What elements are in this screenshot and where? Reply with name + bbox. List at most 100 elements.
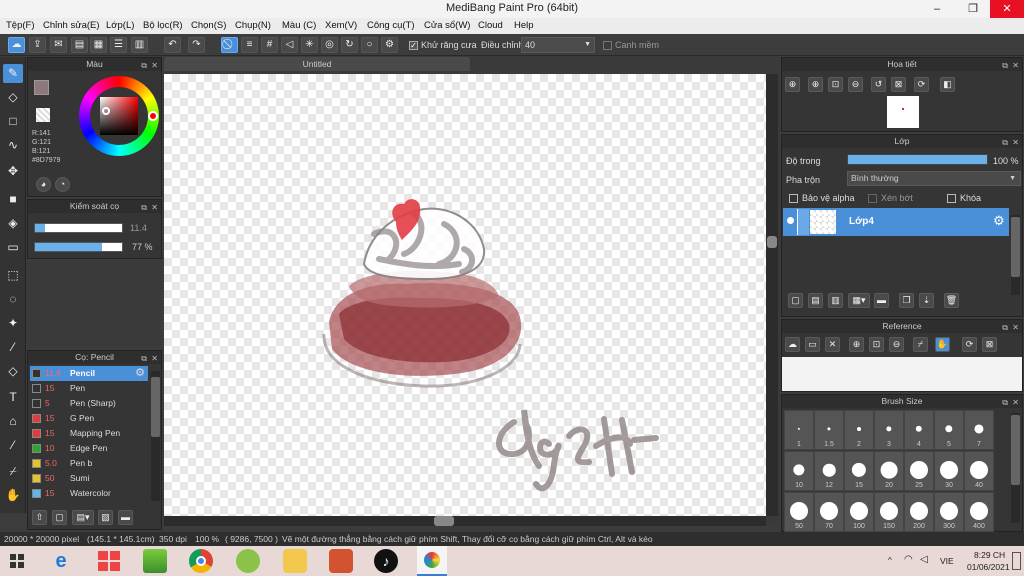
gradient-tool-icon[interactable]: ▭ [3,238,23,257]
brush-size-option[interactable]: 15 [844,451,874,491]
hue-cursor[interactable] [148,111,158,121]
brush-list-item[interactable]: 15 G Pen [30,411,148,426]
snap-off-icon[interactable]: ⃠ [221,37,238,53]
chrome-icon[interactable] [189,549,213,573]
navigator-thumbnail[interactable] [887,96,919,128]
antialias-checkbox[interactable]: ✓ [409,41,418,50]
clock-date[interactable]: 01/06/2021 [967,562,1010,572]
close-icon[interactable]: ✕ [151,201,158,214]
reference-canvas[interactable] [782,357,1022,391]
menu-cloud[interactable]: Cloud [478,20,503,31]
brush-size-option[interactable]: 150 [874,492,904,532]
brush-list-item[interactable]: 11.4 Pencil ⚙ [30,366,148,381]
brush-size-option[interactable]: 2 [844,410,874,450]
brush-size-option[interactable]: 200 [904,492,934,532]
zoom-in-icon[interactable]: ⊕ [808,77,823,92]
divide-tool-icon[interactable]: ⁄ [3,436,23,455]
brush-size-option[interactable]: 40 [964,451,994,491]
close-button[interactable]: ✕ [990,0,1024,18]
wifi-icon[interactable]: ◠ [904,554,913,565]
bluestacks-icon[interactable] [143,549,167,573]
bucket-tool-icon[interactable]: ◈ [3,214,23,233]
zoom-out-icon[interactable]: ⊖ [848,77,863,92]
brush-size-option[interactable]: 25 [904,451,934,491]
brush-size-option[interactable]: 100 [844,492,874,532]
hand-tool-icon[interactable]: ✋ [3,486,23,505]
grid-icon[interactable]: ▥ [131,37,148,53]
brush-list-item[interactable]: 15 Watercolor [30,486,148,501]
fit-icon[interactable]: ⊡ [869,337,884,352]
vanish-snap-icon[interactable]: ◁ [281,37,298,53]
close-icon[interactable]: ✕ [151,352,158,365]
lasso-tool-icon[interactable]: ◌ [3,290,23,309]
close-icon[interactable]: ✕ [1012,59,1019,72]
transparent-swatch[interactable] [36,108,50,122]
brush-size-option[interactable]: 20 [874,451,904,491]
horizontal-scrollbar[interactable] [164,516,766,526]
copy-brush-icon[interactable]: ▧ [98,510,113,525]
move-tool-icon[interactable]: ✥ [3,162,23,181]
brush-list-scrollbar[interactable] [151,371,160,501]
brush-tool-icon[interactable]: ✎ [3,64,23,83]
fit-icon[interactable]: ⊡ [828,77,843,92]
volume-icon[interactable]: ◁ [920,554,928,565]
palette-icon[interactable]: ◕ [36,177,51,192]
brush-size-scrollbar[interactable] [1011,413,1020,523]
brush-list-item[interactable]: 15 Mapping Pen [30,426,148,441]
brush-opacity-slider[interactable] [34,242,123,252]
brush-size-option[interactable]: 5 [934,410,964,450]
layer-scrollbar[interactable] [1011,215,1020,295]
operation-tool-icon[interactable]: ⌂ [3,412,23,431]
medibang-taskbar-icon[interactable] [417,546,447,576]
reset-icon[interactable]: ⟳ [962,337,977,352]
popout-icon[interactable]: ⧉ [1002,136,1008,149]
menu-window[interactable]: Cửa sổ(W) [424,20,470,31]
folder-icon[interactable]: ▬ [874,293,889,308]
zoom-out-icon[interactable]: ⊖ [889,337,904,352]
close-icon[interactable]: ✕ [1012,396,1019,409]
saturation-square[interactable] [100,97,138,135]
brush-size-option[interactable]: 10 [784,451,814,491]
redo-icon[interactable]: ↷ [188,37,205,53]
notification-icon[interactable] [1012,552,1021,570]
popout-icon[interactable]: ⧉ [141,59,147,72]
windows-start-icon[interactable] [10,554,24,568]
folder-icon[interactable]: ▬ [118,510,133,525]
brush-size-slider[interactable] [34,223,123,233]
circle-snap-icon[interactable]: ◎ [321,37,338,53]
brush-list-item[interactable]: 15 Pen [30,381,148,396]
sv-cursor[interactable] [102,107,110,115]
brush-size-option[interactable]: 1 [784,410,814,450]
app-green-icon[interactable] [236,549,260,573]
eye-icon[interactable] [787,217,794,224]
hue-wheel[interactable] [79,76,159,156]
brush-list-item[interactable]: 50 Sumi [30,471,148,486]
menu-select[interactable]: Chọn(S) [191,20,226,31]
fill-rect-tool-icon[interactable]: ■ [3,190,23,209]
document-icon[interactable]: ▦ [90,37,107,53]
select-pen-icon[interactable]: ⁄ [3,338,23,357]
popout-icon[interactable]: ⧉ [1002,59,1008,72]
new-brush-icon[interactable]: ▢ [52,510,67,525]
undo-icon[interactable]: ↶ [164,37,181,53]
snap-checkbox[interactable] [603,41,612,50]
minimize-button[interactable]: – [920,0,954,18]
brush-list-item[interactable]: 10 Edge Pen [30,441,148,456]
hand-icon[interactable]: ✋ [935,337,950,352]
list-icon[interactable]: ☰ [110,37,127,53]
menu-layer[interactable]: Lớp(L) [106,20,134,31]
gear-icon[interactable]: ⚙ [135,366,145,381]
magic-wand-icon[interactable]: ✦ [3,314,23,333]
fit-window-icon[interactable]: ⊠ [891,77,906,92]
settings-snap-icon[interactable]: ⚙ [381,37,398,53]
menu-file[interactable]: Tệp(F) [6,20,35,31]
select-eraser-icon[interactable]: ◇ [3,362,23,381]
add-brush-icon[interactable]: ▤▾ [72,510,94,525]
layer-opacity-slider[interactable] [847,154,988,165]
menu-tools[interactable]: Công cụ(T) [367,20,415,31]
edge-browser-icon[interactable]: e [49,549,73,573]
ellipse-snap-icon[interactable]: ○ [361,37,378,53]
brush-size-option[interactable]: 7 [964,410,994,450]
merge-layer-icon[interactable]: ⇣ [919,293,934,308]
correction-select[interactable]: 40 ▼ [521,37,595,53]
